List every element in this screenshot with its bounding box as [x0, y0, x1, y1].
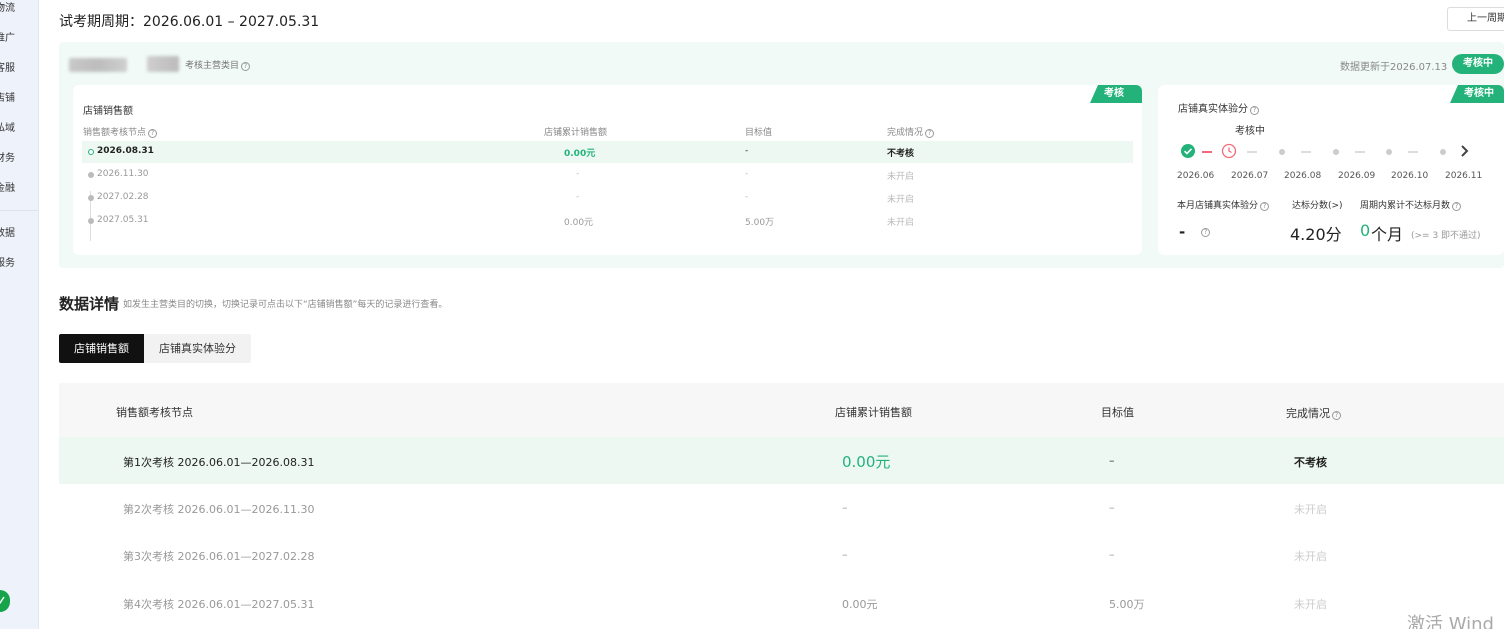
help-icon[interactable]: ? [1260, 202, 1270, 211]
sales-node-row[interactable]: 2026.08.31 0.00元 - 不考核 [82, 141, 1133, 163]
help-icon[interactable]: ? [925, 129, 935, 138]
sidebar-divider [0, 210, 38, 211]
help-icon[interactable]: ? [148, 129, 158, 138]
node-dot [88, 218, 94, 224]
clock-icon [1221, 143, 1239, 161]
sidebar-item-services[interactable]: 服务 [0, 258, 15, 270]
score-status-tag: 考核中 [1450, 85, 1504, 103]
assessment-period: 试考期周期：2026.06.01 – 2027.05.31 [59, 14, 320, 30]
timeline-connector [1247, 151, 1257, 153]
timeline-connector [1301, 151, 1311, 153]
th-status: 完成情况? [1286, 405, 1341, 421]
month-label: 2026.06 [1177, 171, 1215, 181]
sales-status-tag: 考核中 [1090, 85, 1142, 103]
sidebar-item-store[interactable]: 店铺 [0, 93, 15, 105]
threshold-label: 达标分数(>) [1292, 201, 1343, 211]
timeline-connector [1202, 151, 1212, 153]
timeline-dot [1333, 149, 1339, 155]
status-badge: 考核中 [1452, 54, 1504, 74]
current-score-label: 本月店铺真实体验分? [1177, 198, 1270, 211]
failed-months-count: 0 [1360, 221, 1371, 240]
sidebar: 物流 推广 客服 店铺 私域 财务 金融 数据 服务 [0, 0, 39, 629]
overview-panel: 考核主营类目? 数据更新于2026.07.13 考核中 考核中 店铺销售额 销售… [59, 42, 1504, 268]
help-icon[interactable]: ? [1332, 411, 1341, 420]
th-target: 目标值 [1101, 406, 1134, 419]
table-row[interactable]: 第3次考核 2026.06.01—2027.02.28 – – 未开启 [59, 531, 1504, 578]
blurred-store-name [69, 58, 127, 72]
month-label: 2026.11 [1445, 171, 1483, 181]
sidebar-item-finance[interactable]: 财务 [0, 153, 15, 165]
current-score-value: - [1179, 223, 1186, 241]
timeline-dot [1386, 149, 1392, 155]
col-header-status: 完成情况? [887, 125, 935, 138]
score-card-title: 店铺真实体验分? [1178, 100, 1259, 115]
data-updated-time: 数据更新于2026.07.13 [1340, 62, 1448, 73]
sidebar-item-promotion[interactable]: 推广 [0, 33, 15, 45]
chat-bubble-icon[interactable] [0, 590, 10, 612]
failed-months-label: 周期内累计不达标月数? [1360, 198, 1462, 211]
chevron-right-icon[interactable] [1459, 143, 1477, 161]
table-header: 销售额考核节点 店铺累计销售额 目标值 完成情况? [59, 383, 1504, 437]
table-row[interactable]: 第4次考核 2026.06.01—2027.05.31 0.00元 5.00万 … [59, 578, 1504, 625]
timeline-connector [1355, 151, 1365, 153]
help-icon[interactable]: ? [241, 62, 251, 71]
col-header-target: 目标值 [745, 128, 773, 138]
sidebar-item-customer-service[interactable]: 客服 [0, 63, 15, 75]
node-dot [88, 195, 94, 201]
activation-watermark: 激活 Wind [1407, 614, 1494, 629]
sales-node-row[interactable]: 2027.05.31 0.00元 5.00万 未开启 [82, 210, 1133, 232]
experience-score-card: 考核中 店铺真实体验分? 考核中 2026.06 2026.07 2026.08… [1158, 85, 1504, 255]
sales-node-row[interactable]: 2026.11.30 - - 未开启 [82, 164, 1133, 186]
check-circle-icon [1180, 143, 1198, 161]
sidebar-item-private-domain[interactable]: 私域 [0, 123, 15, 135]
th-node: 销售额考核节点 [116, 406, 193, 419]
help-icon[interactable]: ? [1201, 228, 1210, 237]
blurred-category [147, 56, 179, 72]
sales-card: 考核中 店铺销售额 销售额考核节点? 店铺累计销售额 目标值 完成情况? 202… [73, 85, 1142, 255]
detail-section-title: 数据详情 [59, 295, 120, 313]
sidebar-item-banking[interactable]: 金融 [0, 183, 15, 195]
category-label: 考核主营类目? [185, 58, 251, 71]
node-dot [88, 172, 94, 178]
timeline-dot [1440, 149, 1446, 155]
previous-period-button[interactable]: 上一周期 [1447, 7, 1504, 31]
detail-section-note: 如发生主营类目的切换，切换记录可点击以下“店铺销售额”每天的记录进行查看。 [123, 300, 448, 310]
month-label: 2026.07 [1231, 171, 1269, 181]
failed-months-unit: 个月 [1371, 225, 1404, 244]
threshold-value: 4.20分 [1290, 225, 1342, 244]
timeline-connector [1408, 151, 1418, 153]
timeline-dot [1279, 149, 1285, 155]
help-icon[interactable]: ? [1250, 106, 1259, 115]
col-header-sales: 店铺累计销售额 [544, 128, 608, 138]
sidebar-item-data[interactable]: 数据 [0, 228, 15, 240]
sales-node-row[interactable]: 2027.02.28 - - 未开启 [82, 187, 1133, 209]
tab-experience-score[interactable]: 店铺真实体验分 [144, 334, 251, 363]
col-header-node: 销售额考核节点? [83, 125, 158, 138]
th-sales: 店铺累计销售额 [835, 406, 912, 419]
current-node-dot [88, 149, 94, 155]
month-label: 2026.09 [1338, 171, 1376, 181]
timeline-current-status: 考核中 [1235, 126, 1265, 137]
table-row[interactable]: 第2次考核 2026.06.01—2026.11.30 – – 未开启 [59, 484, 1504, 531]
month-label: 2026.08 [1284, 171, 1322, 181]
sidebar-item-logistics[interactable]: 物流 [0, 3, 15, 15]
tab-store-sales[interactable]: 店铺销售额 [59, 334, 144, 363]
fail-rule-note: (>= 3 即不通过) [1411, 231, 1481, 241]
table-row[interactable]: 第1次考核 2026.06.01—2026.08.31 0.00元 – 不考核 [59, 437, 1504, 484]
help-icon[interactable]: ? [1452, 202, 1462, 211]
month-label: 2026.10 [1391, 171, 1429, 181]
month-timeline [1176, 143, 1494, 161]
sales-card-title: 店铺销售额 [83, 106, 133, 117]
